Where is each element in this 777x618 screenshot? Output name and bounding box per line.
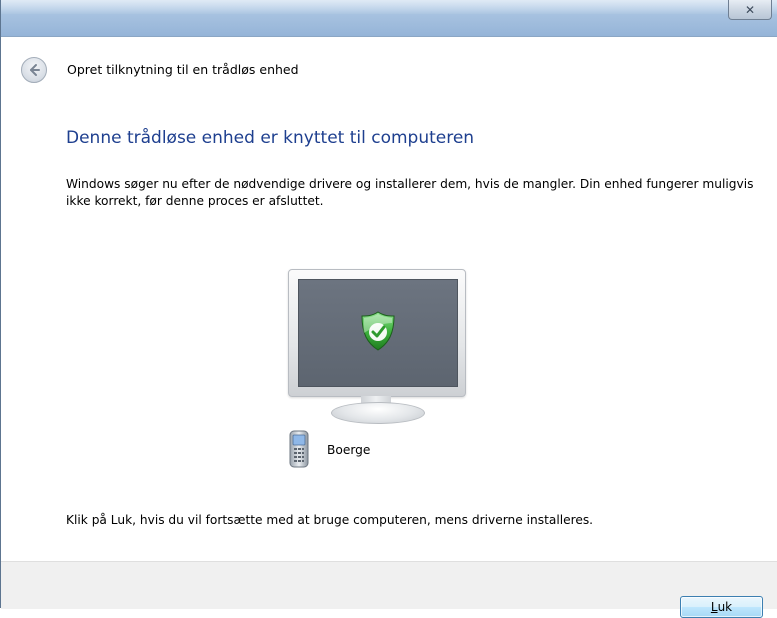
monitor-icon xyxy=(288,269,466,397)
close-window-button[interactable]: ✕ xyxy=(728,0,772,20)
close-button-accelerator: L xyxy=(710,600,718,614)
command-area xyxy=(1,561,777,609)
window-title: Opret tilknytning til en trådløs enhed xyxy=(67,62,299,77)
footer-instruction-text: Klik på Luk, hvis du vil fortsætte med a… xyxy=(66,513,594,527)
title-bar-shine xyxy=(1,0,777,14)
device-name: Boerge xyxy=(327,443,371,457)
dialog-window: ✕ Opret tilknytning til en trådløs enhed… xyxy=(0,0,777,618)
security-shield-check-icon xyxy=(361,311,395,351)
back-button[interactable] xyxy=(21,57,47,83)
page-heading: Denne trådløse enhed er knyttet til comp… xyxy=(66,128,475,148)
mobile-phone-icon xyxy=(289,430,309,468)
monitor-screen xyxy=(298,279,458,387)
wizard-header: Opret tilknytning til en trådløs enhed xyxy=(1,37,777,109)
title-bar[interactable]: ✕ xyxy=(1,0,777,37)
close-button-label: uk xyxy=(717,600,733,614)
back-arrow-icon xyxy=(30,64,40,76)
monitor-stand-base xyxy=(331,402,425,424)
close-icon: ✕ xyxy=(744,2,756,17)
close-dialog-button[interactable]: Luk xyxy=(680,596,763,618)
description-text: Windows søger nu efter de nødvendige dri… xyxy=(66,177,754,208)
